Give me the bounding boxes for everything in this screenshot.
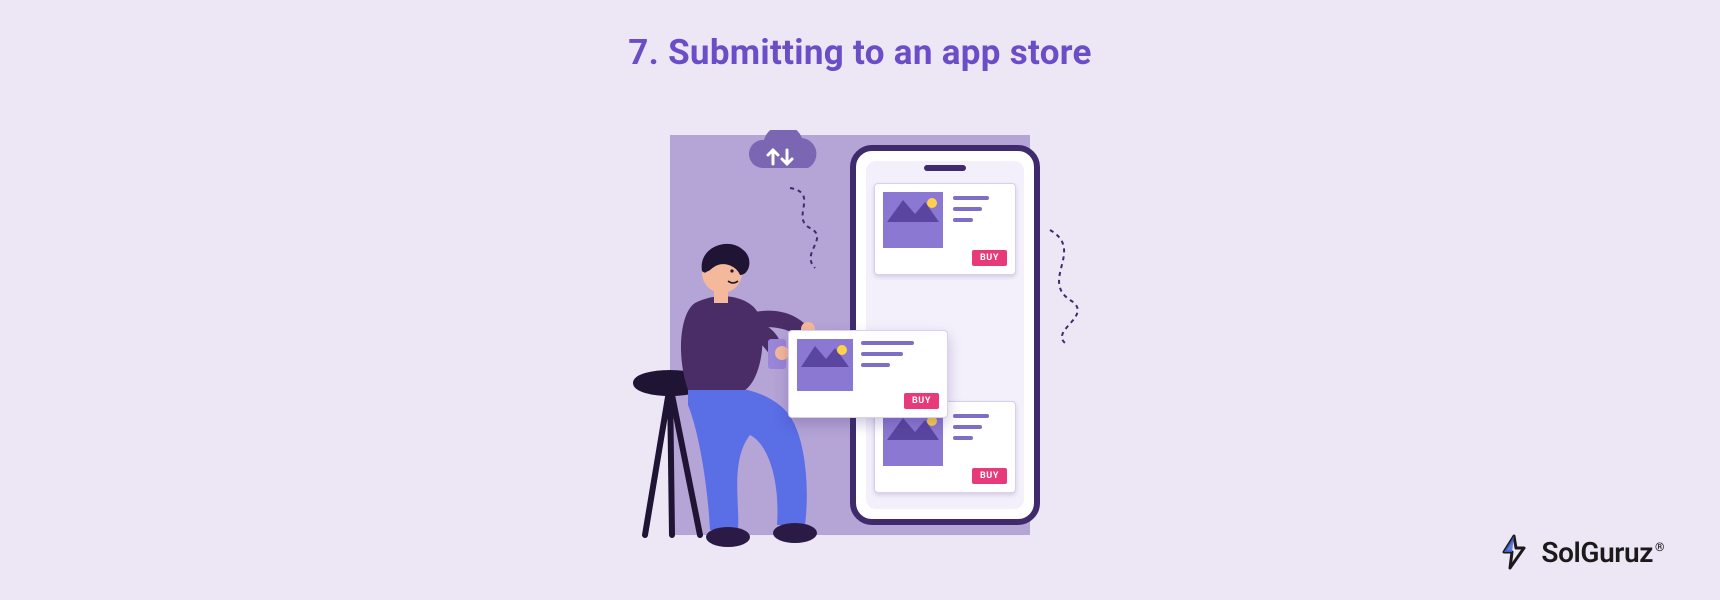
- card-text-lines: [953, 414, 1005, 447]
- buy-badge: BUY: [972, 250, 1007, 266]
- buy-badge: BUY: [972, 468, 1007, 484]
- card-text-lines: [861, 341, 937, 374]
- buy-badge: BUY: [904, 393, 939, 409]
- image-placeholder-icon: [883, 410, 943, 466]
- app-card-floating: BUY: [788, 330, 948, 418]
- image-placeholder-icon: [797, 339, 853, 391]
- page-title: 7. Submitting to an app store: [628, 32, 1092, 73]
- image-placeholder-icon: [883, 192, 943, 248]
- brand-logo: SolGuruz®: [1497, 534, 1664, 570]
- registered-mark: ®: [1655, 540, 1664, 554]
- card-text-lines: [953, 196, 1005, 229]
- brand-mark-icon: [1497, 534, 1533, 570]
- cloud-upload-icon: [740, 130, 830, 190]
- swirl-icon: [1040, 225, 1100, 345]
- app-card: BUY: [874, 183, 1016, 275]
- illustration: BUY BUY BUY: [630, 105, 1090, 555]
- brand-name: SolGuruz®: [1541, 536, 1664, 569]
